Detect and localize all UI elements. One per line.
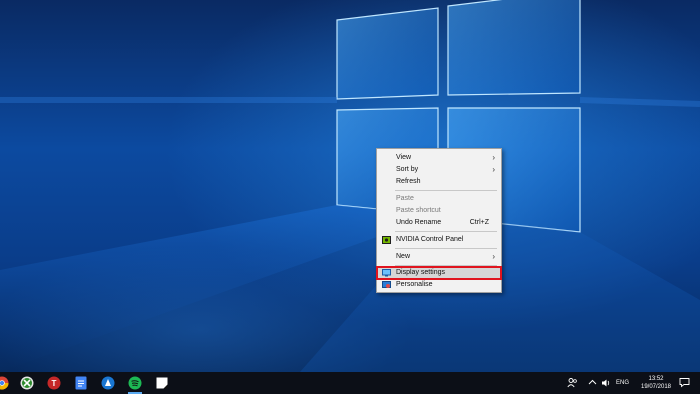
taskbar: T ENG 13:52 19/07/2018 [0,372,700,394]
desktop-context-menu: View › Sort by › Refresh Paste Paste sho… [376,148,502,293]
browser-icon[interactable] [101,376,115,390]
menu-item-label: View [396,154,412,161]
menu-item-label: New [396,253,411,260]
chevron-right-icon: › [492,252,495,261]
menu-item-label: Undo Rename [396,219,442,226]
menu-item-undo-rename[interactable]: Undo Rename Ctrl+Z [377,217,501,229]
docs-icon[interactable] [74,376,88,390]
menu-separator [395,265,497,266]
sticky-notes-icon[interactable] [155,376,169,390]
menu-item-label: Paste shortcut [396,207,441,214]
menu-item-label: Display settings [396,269,446,276]
menu-item-paste[interactable]: Paste [377,193,501,205]
chevron-up-icon[interactable] [588,378,597,400]
people-icon[interactable] [567,377,578,399]
language-indicator[interactable]: ENG [616,379,629,401]
volume-icon[interactable] [601,378,611,400]
menu-item-paste-shortcut[interactable]: Paste shortcut [377,205,501,217]
menu-item-nvidia-control-panel[interactable]: NVIDIA Control Panel [377,234,501,246]
action-center-icon[interactable] [679,377,690,399]
menu-item-view[interactable]: View › [377,152,501,164]
menu-item-new[interactable]: New › [377,251,501,263]
menu-item-personalise[interactable]: Personalise [377,279,501,291]
menu-separator [395,231,497,232]
windows-logo-wallpaper [0,0,700,372]
chrome-icon[interactable] [0,376,9,390]
menu-separator [395,248,497,249]
clock-time: 13:52 [648,376,664,382]
chevron-right-icon: › [492,153,495,162]
menu-item-display-settings[interactable]: Display settings [376,266,502,280]
menu-item-label: Refresh [396,178,421,185]
display-icon [382,269,391,277]
menu-item-label: NVIDIA Control Panel [396,236,464,243]
menu-item-label: Sort by [396,166,419,173]
personalise-icon [382,281,391,289]
xbox-icon[interactable] [20,376,34,390]
menu-item-label: Personalise [396,281,433,288]
nvidia-icon [382,236,391,244]
spotify-icon[interactable] [128,376,142,394]
menu-separator [395,190,497,191]
menu-item-label: Paste [396,195,414,202]
t-app-icon[interactable]: T [47,376,61,390]
clock[interactable]: 13:52 19/07/2018 [638,375,674,391]
svg-text:T: T [52,379,57,388]
clock-date: 19/07/2018 [640,384,672,390]
menu-item-shortcut: Ctrl+Z [469,219,489,226]
menu-item-refresh[interactable]: Refresh [377,176,501,188]
chevron-right-icon: › [492,165,495,174]
desktop-wallpaper[interactable]: View › Sort by › Refresh Paste Paste sho… [0,0,700,372]
menu-item-sort-by[interactable]: Sort by › [377,164,501,176]
